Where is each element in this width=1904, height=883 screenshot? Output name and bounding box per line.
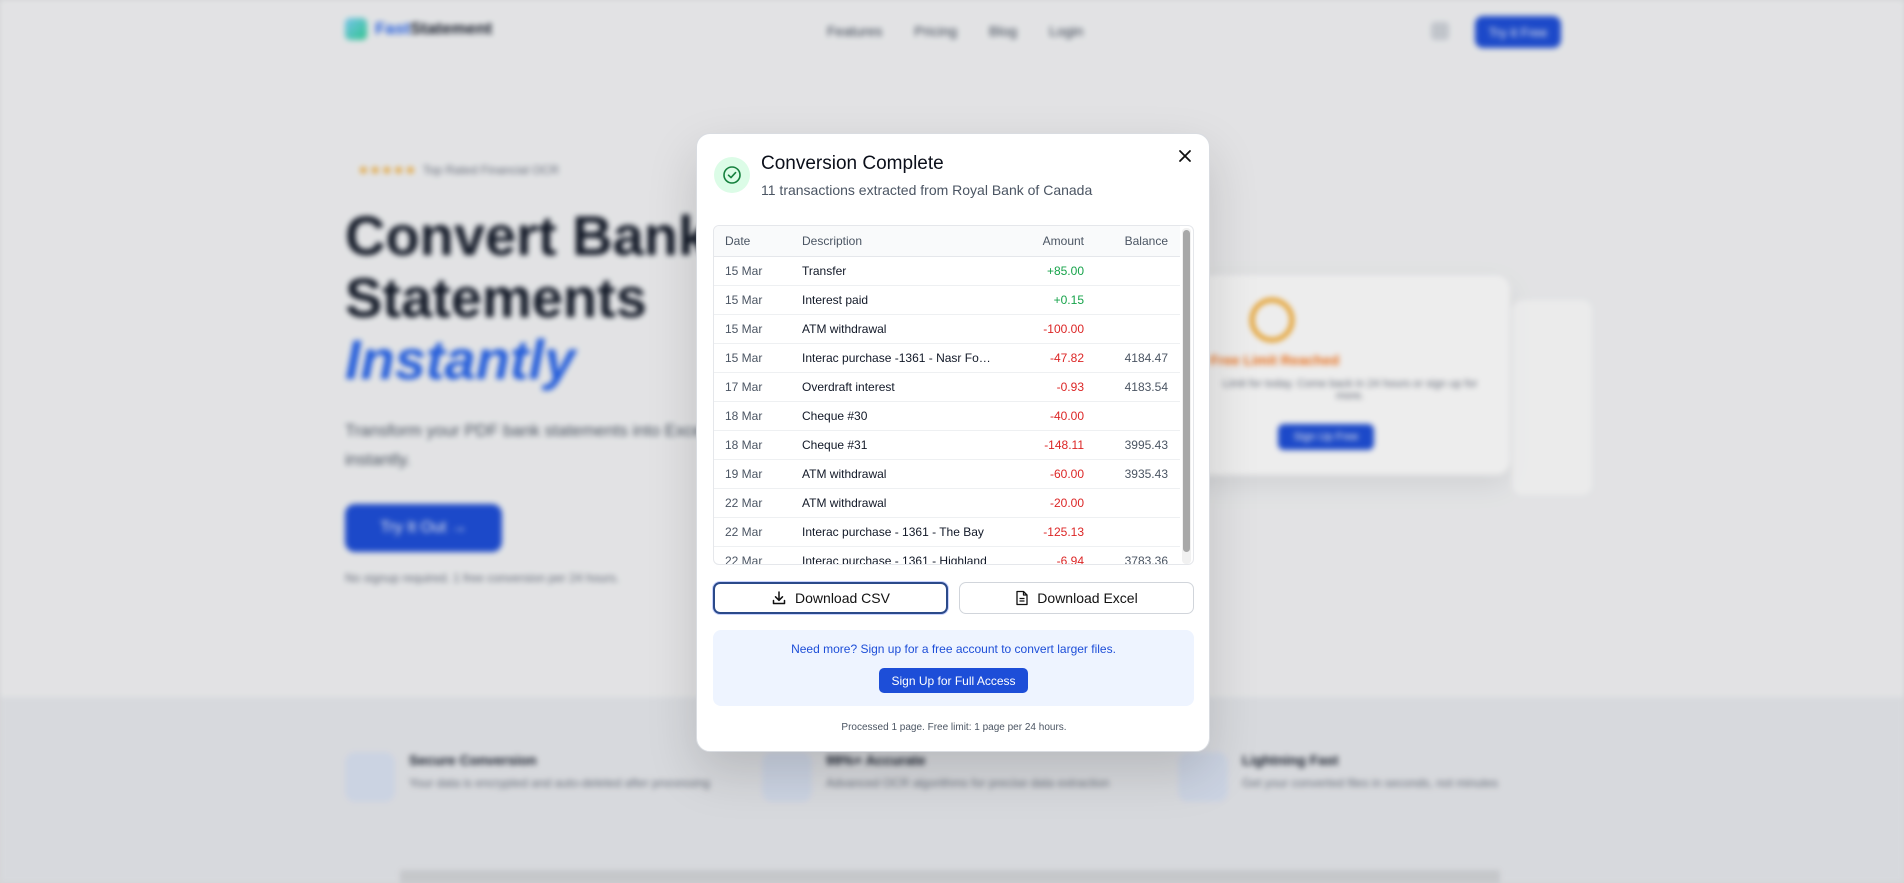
transaction-description: Overdraft interest <box>802 380 895 394</box>
transaction-description: Cheque #30 <box>802 409 868 423</box>
column-header-amount: Amount <box>1042 234 1084 248</box>
transaction-description: Cheque #31 <box>802 438 868 452</box>
table-row[interactable]: 18 Mar Cheque #30 -40.00 <box>714 402 1180 431</box>
transaction-date: 15 Mar <box>725 351 763 365</box>
transactions-table[interactable]: Date Description Amount Balance 15 Mar Tr… <box>713 225 1194 565</box>
transaction-amount: -0.93 <box>1056 380 1084 394</box>
column-header-description: Description <box>802 234 863 248</box>
conversion-complete-dialog: Conversion Complete 11 transactions extr… <box>696 133 1210 752</box>
table-row[interactable]: 15 Mar Transfer +85.00 <box>714 257 1180 286</box>
dialog-title: Conversion Complete <box>761 153 944 174</box>
dialog-subtitle: 11 transactions extracted from Royal Ban… <box>761 182 1093 198</box>
table-row[interactable]: 18 Mar Cheque #31 -148.11 3995.43 <box>714 431 1180 460</box>
download-excel-label: Download Excel <box>1037 590 1138 606</box>
transaction-amount: -60.00 <box>1049 467 1084 481</box>
close-button[interactable] <box>1175 146 1195 166</box>
transaction-amount: -6.94 <box>1056 554 1084 565</box>
close-icon <box>1179 150 1191 162</box>
signup-full-access-button[interactable]: Sign Up for Full Access <box>879 668 1028 693</box>
column-header-balance: Balance <box>1124 234 1168 248</box>
table-row[interactable]: 22 Mar Interac purchase - 1361 - The Bay -… <box>714 518 1180 547</box>
dialog-footnote: Processed 1 page. Free limit: 1 page per… <box>841 722 1067 733</box>
transaction-description: Interac purchase - 1361 - Highland <box>802 554 987 565</box>
download-csv-button[interactable]: Download CSV <box>713 582 948 614</box>
transaction-description: Transfer <box>802 264 847 278</box>
table-row[interactable]: 15 Mar Interest paid +0.15 <box>714 286 1180 315</box>
transaction-description: ATM withdrawal <box>802 322 887 336</box>
transaction-description: ATM withdrawal <box>802 496 887 510</box>
transaction-balance: 4183.54 <box>1124 380 1168 394</box>
transaction-balance: 3783.36 <box>1124 554 1168 565</box>
transaction-amount: +85.00 <box>1046 264 1084 278</box>
transaction-amount: -47.82 <box>1049 351 1084 365</box>
scrollbar-thumb[interactable] <box>1183 230 1190 552</box>
transaction-balance: 3935.43 <box>1124 467 1168 481</box>
table-row[interactable]: 15 Mar ATM withdrawal -100.00 <box>714 315 1180 344</box>
transaction-date: 17 Mar <box>725 380 763 394</box>
transaction-date: 15 Mar <box>725 322 763 336</box>
table-row[interactable]: 19 Mar ATM withdrawal -60.00 3935.43 <box>714 460 1180 489</box>
download-csv-label: Download CSV <box>795 590 890 606</box>
table-row[interactable]: 15 Mar Interac purchase -1361 - Nasr Foo.… <box>714 344 1180 373</box>
transaction-amount: -40.00 <box>1049 409 1084 423</box>
transaction-amount: -100.00 <box>1043 322 1084 336</box>
transaction-date: 15 Mar <box>725 293 763 307</box>
table-row[interactable]: 22 Mar Interac purchase - 1361 - Highland… <box>714 547 1180 565</box>
transaction-description: Interac purchase - 1361 - The Bay <box>802 525 984 539</box>
transaction-amount: -148.11 <box>1044 438 1084 452</box>
signup-promo: Need more? Sign up for a free account to… <box>713 630 1194 706</box>
transaction-date: 22 Mar <box>725 525 763 539</box>
transaction-date: 22 Mar <box>725 496 763 510</box>
transaction-date: 18 Mar <box>725 409 763 423</box>
transaction-date: 22 Mar <box>725 554 763 565</box>
transaction-amount: -125.13 <box>1043 525 1084 539</box>
promo-text: Need more? Sign up for a free account to… <box>791 642 1116 656</box>
table-scrollbar[interactable] <box>1182 228 1191 564</box>
transaction-balance: 3995.43 <box>1124 438 1168 452</box>
table-header: Date Description Amount Balance <box>714 226 1180 257</box>
table-body: 15 Mar Transfer +85.00 15 Mar Interest paid +… <box>714 257 1180 565</box>
table-row[interactable]: 17 Mar Overdraft interest -0.93 4183.54 <box>714 373 1180 402</box>
transaction-description: Interest paid <box>802 293 869 307</box>
download-excel-button[interactable]: Download Excel <box>959 582 1194 614</box>
transaction-description: Interac purchase -1361 - Nasr Foo... <box>802 351 992 365</box>
transaction-date: 15 Mar <box>725 264 763 278</box>
file-icon <box>1016 590 1028 606</box>
transaction-amount: +0.15 <box>1053 293 1084 307</box>
transaction-date: 18 Mar <box>725 438 763 452</box>
transaction-description: ATM withdrawal <box>802 467 887 481</box>
transaction-balance: 4184.47 <box>1124 351 1168 365</box>
transaction-date: 19 Mar <box>725 467 763 481</box>
table-row[interactable]: 22 Mar ATM withdrawal -20.00 <box>714 489 1180 518</box>
transaction-amount: -20.00 <box>1049 496 1084 510</box>
download-icon <box>772 591 786 605</box>
column-header-date: Date <box>725 234 751 248</box>
success-check-icon <box>714 157 750 193</box>
